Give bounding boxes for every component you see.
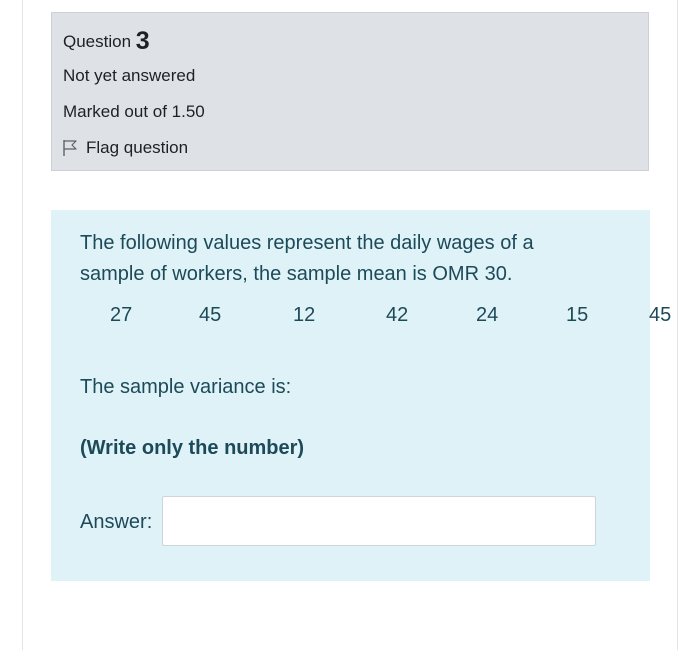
left-divider — [22, 0, 23, 650]
question-grade: Marked out of 1.50 — [63, 102, 205, 121]
question-prompt: The sample variance is: — [80, 376, 292, 398]
wage-value: 12 — [293, 304, 316, 326]
question-text-line-1: The following values represent the daily… — [80, 232, 534, 254]
question-number: 3 — [135, 27, 150, 55]
wage-value: 42 — [386, 304, 409, 326]
quiz-page: Question 3 Not yet answered Marked out o… — [0, 0, 700, 650]
flag-icon — [63, 140, 77, 156]
question-info-panel: Question 3 Not yet answered Marked out o… — [51, 12, 649, 171]
question-text-line-2: sample of workers, the sample mean is OM… — [80, 263, 513, 285]
answer-input[interactable] — [162, 496, 596, 546]
question-label: Question — [63, 32, 132, 51]
flag-question-label: Flag question — [86, 138, 189, 157]
right-divider — [677, 0, 678, 650]
answer-label: Answer: — [80, 511, 153, 533]
question-title: Question 3 — [63, 27, 150, 56]
wage-value: 45 — [199, 304, 222, 326]
wage-value: 27 — [110, 304, 133, 326]
answer-instruction: (Write only the number) — [80, 437, 305, 459]
question-state: Not yet answered — [63, 66, 196, 85]
question-content: The following values represent the daily… — [51, 210, 650, 581]
wage-value: 24 — [476, 304, 499, 326]
flag-question-link[interactable]: Flag question — [62, 138, 188, 158]
wage-value: 45 — [649, 304, 672, 326]
wage-value: 15 — [566, 304, 589, 326]
